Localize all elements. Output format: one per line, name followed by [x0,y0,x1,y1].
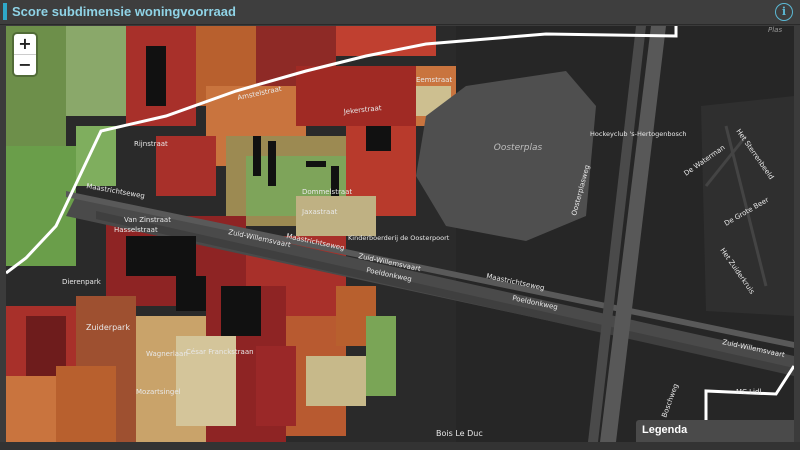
label-wagnerlaan: Wagnerlaan [146,350,188,358]
label-hasselstraat: Hasselstraat [114,226,158,234]
label-cesar-franckstraan: César Franckstraan [186,348,254,356]
widget-header: Score subdimensie woningvoorraad i [0,0,800,25]
title-accent-bar [3,3,7,20]
widget-title: Score subdimensie woningvoorraad [12,4,236,19]
label-dierenpark: Dierenpark [62,278,102,286]
label-plas: Plas [768,26,782,34]
zoom-in-button[interactable]: + [14,34,36,54]
label-mozartsingel: Mozartsingel [136,388,181,396]
label-mc-lidl: MC Lidl [736,388,761,396]
map-widget: Score subdimensie woningvoorraad i Ooste… [0,0,800,450]
map-canvas: Oosterplas Rijnstraat Maastrichtseweg Ma… [6,26,794,442]
legend-label: Legenda [642,424,688,436]
label-eemstraat: Eemstraat [416,76,452,84]
zoom-out-button[interactable]: − [14,55,36,75]
info-icon[interactable]: i [775,3,793,21]
choropleth-map[interactable]: Oosterplas Rijnstraat Maastrichtseweg Ma… [6,26,794,442]
zoom-control: + − [14,34,36,75]
label-bois-le-duc: Bois Le Duc [436,429,483,438]
label-kinderboerderij: Kinderboerderij de Oosterpoort [348,234,450,242]
label-oosterplas: Oosterplas [494,143,543,153]
label-hockeyclub: Hockeyclub 's-Hertogenbosch [590,130,687,138]
label-dommelstraat: Dommelstraat [302,188,352,196]
legend-toggle[interactable]: Legenda [636,420,794,442]
label-van-zinstraat: Van Zinstraat [124,216,171,224]
label-rijnstraat: Rijnstraat [134,140,168,148]
widget-footer [0,442,800,450]
label-zuiderpark: Zuiderpark [86,323,130,332]
label-jaxastraat: Jaxastraat [301,208,338,216]
